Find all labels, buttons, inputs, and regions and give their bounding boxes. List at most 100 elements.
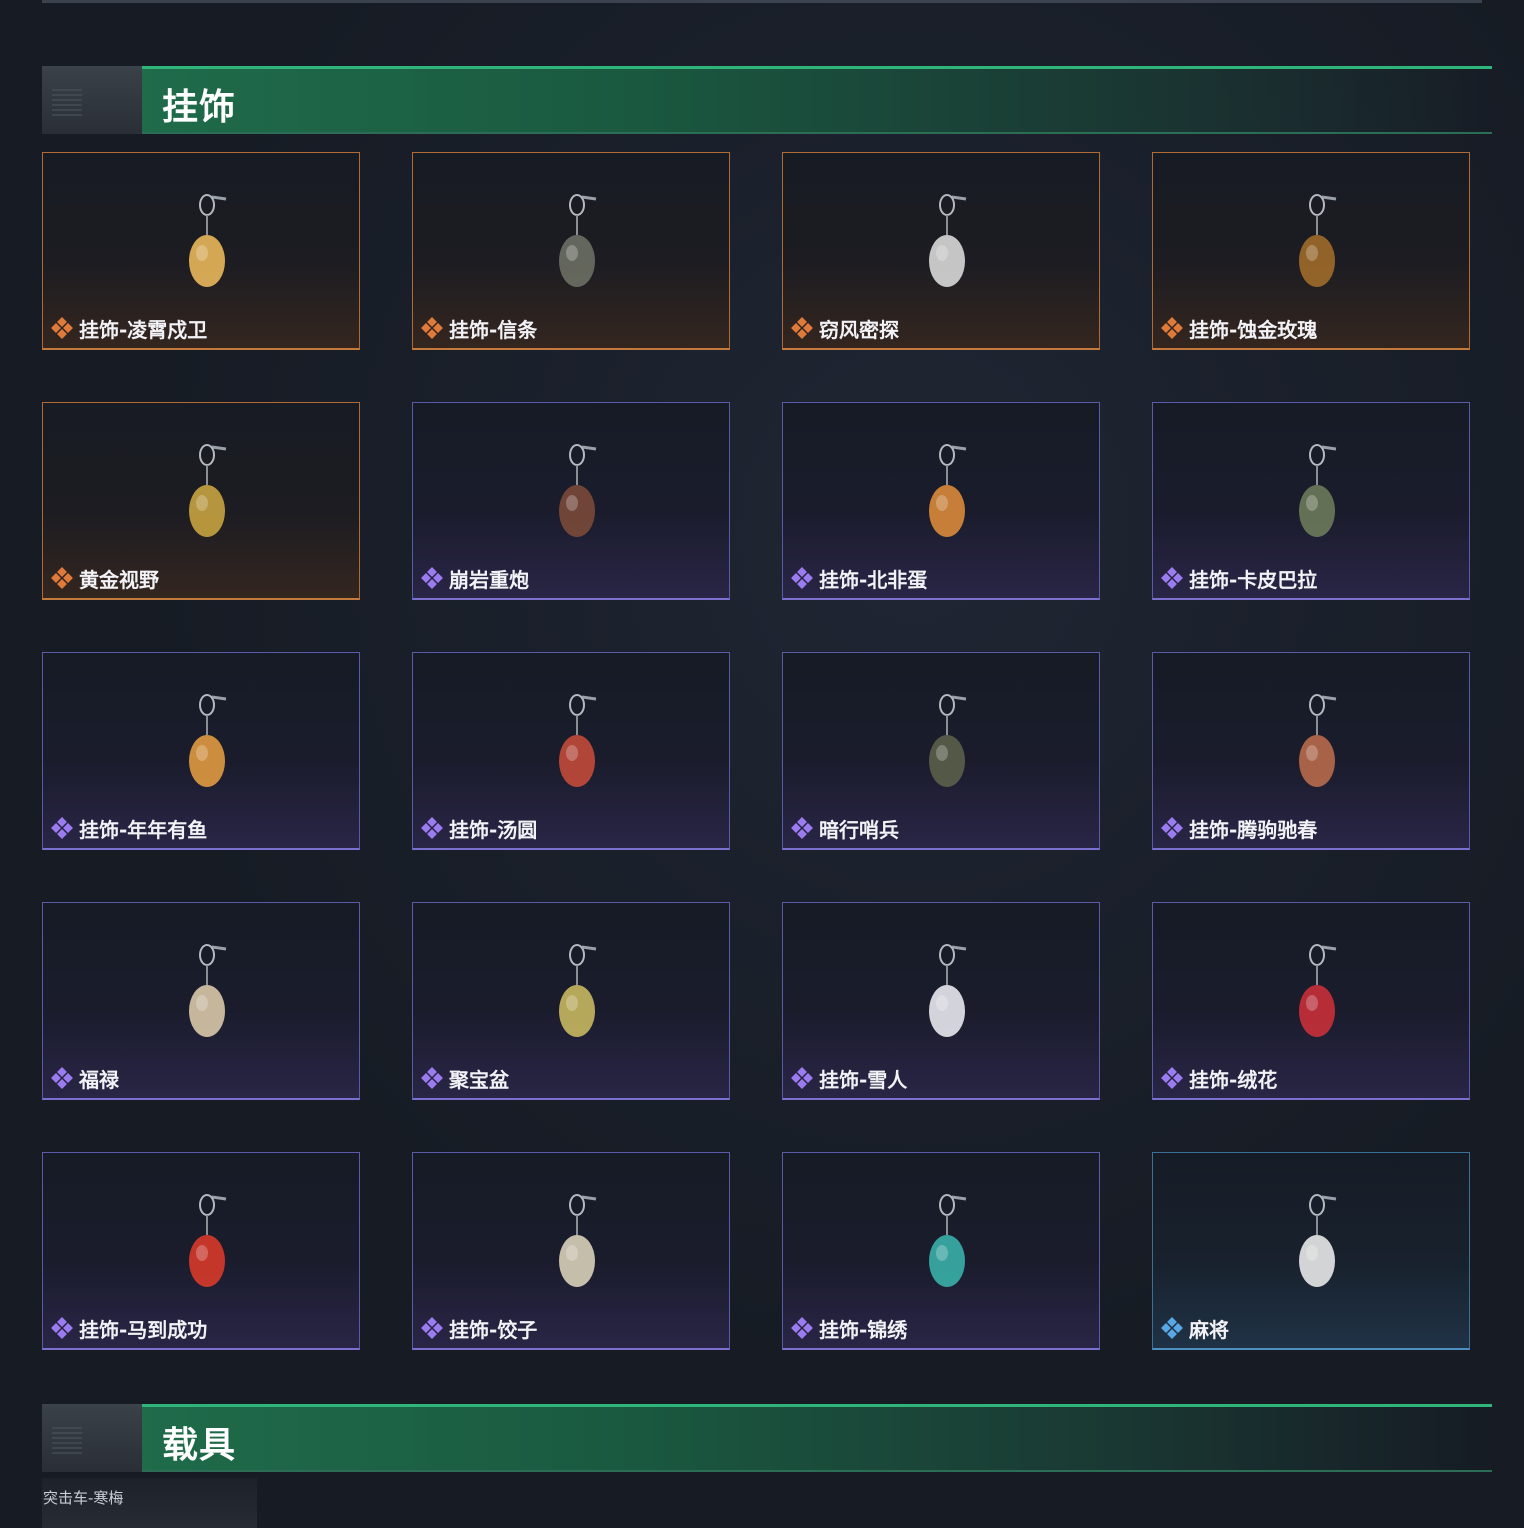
section-header-charms: 挂饰	[42, 66, 1492, 134]
rarity-diamond-icon	[1161, 817, 1183, 839]
charm-card[interactable]: 挂饰-信条	[412, 152, 730, 350]
charm-label: 福禄	[79, 1067, 119, 1092]
rarity-diamond-icon	[421, 817, 443, 839]
charm-label-row: 聚宝盆	[421, 1063, 509, 1093]
charm-label-row: 崩岩重炮	[421, 563, 529, 593]
red-horse-charm-icon	[189, 1194, 227, 1287]
rarity-diamond-icon	[1161, 1317, 1183, 1339]
dagger-charm-icon	[559, 194, 597, 287]
charm-card[interactable]: 挂饰-年年有鱼	[42, 652, 360, 850]
cannon-figure-charm-icon	[559, 444, 597, 537]
egg-pan-charm-icon	[929, 444, 967, 537]
charm-label-row: 窃风密探	[791, 313, 899, 343]
charm-label-row: 挂饰-绒花	[1161, 1063, 1277, 1093]
charm-label: 崩岩重炮	[449, 567, 529, 592]
rarity-diamond-icon	[51, 317, 73, 339]
charm-card[interactable]: 挂饰-腾驹驰春	[1152, 652, 1470, 850]
owl-figure-charm-icon	[189, 444, 227, 537]
carriage-charm-icon	[1299, 694, 1337, 787]
top-divider	[42, 0, 1482, 3]
charm-card[interactable]: 挂饰-锦绣	[782, 1152, 1100, 1350]
charm-card[interactable]: 挂饰-蚀金玫瑰	[1152, 152, 1470, 350]
flower-charm-icon	[1299, 944, 1337, 1037]
charm-label: 挂饰-饺子	[449, 1317, 538, 1342]
dumpling-bowl-charm-icon	[559, 694, 597, 787]
rarity-diamond-icon	[51, 1067, 73, 1089]
butterfly-charm-icon	[929, 1194, 967, 1287]
charm-label: 挂饰-雪人	[819, 1067, 908, 1092]
snowman-charm-icon	[929, 944, 967, 1037]
vehicle-label: 突击车-寒梅	[43, 1489, 124, 1507]
mahjong-tile-charm-icon	[1299, 1194, 1337, 1287]
charm-card[interactable]: 暗行哨兵	[782, 652, 1100, 850]
charm-card[interactable]: 挂饰-凌霄戍卫	[42, 152, 360, 350]
charm-label: 挂饰-马到成功	[79, 1317, 208, 1342]
charm-card[interactable]: 黄金视野	[42, 402, 360, 600]
charm-label-row: 挂饰-饺子	[421, 1313, 537, 1343]
charm-card[interactable]: 挂饰-北非蛋	[782, 402, 1100, 600]
charm-card[interactable]: 挂饰-马到成功	[42, 1152, 360, 1350]
charm-label: 挂饰-汤圆	[449, 817, 538, 842]
header-stub	[42, 1404, 142, 1472]
charm-label-row: 挂饰-腾驹驰春	[1161, 813, 1317, 843]
charm-label-row: 挂饰-信条	[421, 313, 537, 343]
charm-card[interactable]: 聚宝盆	[412, 902, 730, 1100]
rarity-diamond-icon	[51, 567, 73, 589]
sentry-figure-charm-icon	[929, 694, 967, 787]
charm-label-row: 黄金视野	[51, 563, 159, 593]
charm-label-row: 挂饰-北非蛋	[791, 563, 927, 593]
charm-label: 挂饰-蚀金玫瑰	[1189, 317, 1318, 342]
mouse-figure-charm-icon	[929, 194, 967, 287]
charm-label: 黄金视野	[79, 567, 159, 592]
charm-label-row: 挂饰-蚀金玫瑰	[1161, 313, 1317, 343]
charm-card[interactable]: 福禄	[42, 902, 360, 1100]
rarity-diamond-icon	[791, 817, 813, 839]
charm-card[interactable]: 挂饰-卡皮巴拉	[1152, 402, 1470, 600]
cartoon-figure-charm-icon	[189, 194, 227, 287]
rarity-diamond-icon	[421, 317, 443, 339]
charm-label: 挂饰-腾驹驰春	[1189, 817, 1318, 842]
charm-label-row: 挂饰-汤圆	[421, 813, 537, 843]
capybara-charm-icon	[1299, 444, 1337, 537]
charm-label-row: 挂饰-凌霄戍卫	[51, 313, 207, 343]
charm-label: 窃风密探	[819, 317, 899, 342]
charm-card[interactable]: 挂饰-雪人	[782, 902, 1100, 1100]
rarity-diamond-icon	[1161, 1067, 1183, 1089]
fish-charm-icon	[189, 694, 227, 787]
charm-label-row: 挂饰-雪人	[791, 1063, 907, 1093]
rarity-diamond-icon	[421, 1067, 443, 1089]
charm-label: 挂饰-北非蛋	[819, 567, 928, 592]
rarity-diamond-icon	[1161, 567, 1183, 589]
rarity-diamond-icon	[791, 1317, 813, 1339]
charm-label: 挂饰-绒花	[1189, 1067, 1278, 1092]
section-title: 挂饰	[162, 87, 237, 128]
charm-label-row: 福禄	[51, 1063, 119, 1093]
charm-label: 麻将	[1189, 1317, 1229, 1342]
rarity-diamond-icon	[1161, 317, 1183, 339]
header-bar	[142, 1404, 1492, 1472]
charm-label: 聚宝盆	[449, 1067, 509, 1092]
charm-label: 挂饰-年年有鱼	[79, 817, 208, 842]
rarity-diamond-icon	[791, 317, 813, 339]
rarity-diamond-icon	[421, 567, 443, 589]
rarity-diamond-icon	[51, 1317, 73, 1339]
charm-card[interactable]: 崩岩重炮	[412, 402, 730, 600]
charm-label-row: 挂饰-卡皮巴拉	[1161, 563, 1317, 593]
charm-card[interactable]: 麻将	[1152, 1152, 1470, 1350]
rarity-diamond-icon	[791, 1067, 813, 1089]
charm-card[interactable]: 挂饰-汤圆	[412, 652, 730, 850]
charm-label-row: 麻将	[1161, 1313, 1229, 1343]
charm-label-row: 挂饰-年年有鱼	[51, 813, 207, 843]
treasure-bowl-charm-icon	[559, 944, 597, 1037]
charm-label-row: 暗行哨兵	[791, 813, 899, 843]
rarity-diamond-icon	[51, 817, 73, 839]
section-title: 载具	[162, 1425, 237, 1466]
charm-card[interactable]: 挂饰-绒花	[1152, 902, 1470, 1100]
charm-card[interactable]: 挂饰-饺子	[412, 1152, 730, 1350]
rarity-diamond-icon	[791, 567, 813, 589]
charm-label-row: 挂饰-锦绣	[791, 1313, 907, 1343]
header-bar	[142, 66, 1492, 134]
charm-label: 挂饰-信条	[449, 317, 538, 342]
charm-label: 挂饰-卡皮巴拉	[1189, 567, 1318, 592]
charm-card[interactable]: 窃风密探	[782, 152, 1100, 350]
